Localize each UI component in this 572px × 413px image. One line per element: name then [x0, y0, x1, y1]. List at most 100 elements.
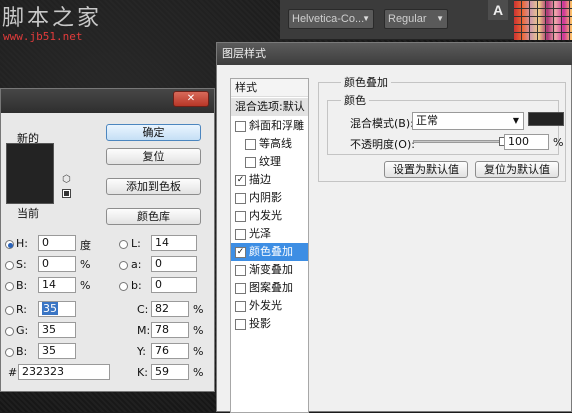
style-item[interactable]: 纹理 [231, 153, 308, 171]
style-item[interactable]: 渐变叠加 [231, 261, 308, 279]
magenta-value: 78 [155, 323, 169, 336]
style-item[interactable]: 内阴影 [231, 189, 308, 207]
lab-l-radio[interactable] [119, 240, 128, 249]
close-icon: ✕ [186, 93, 196, 104]
checkbox-checked-icon[interactable]: ✓ [235, 247, 246, 258]
hue-field[interactable]: 0 [38, 235, 76, 251]
font-family-select[interactable]: Helvetica-Co... ▼ [288, 9, 374, 29]
blend-mode-label: 混合模式(B): [350, 117, 414, 130]
green-field[interactable]: 35 [38, 322, 76, 338]
hue-unit: 度 [80, 239, 91, 252]
style-item[interactable]: 内发光 [231, 207, 308, 225]
lab-a-radio[interactable] [119, 261, 128, 270]
chevron-down-icon: ▼ [436, 14, 444, 23]
font-family-value: Helvetica-Co... [292, 13, 365, 25]
style-item-label: 斜面和浮雕 [249, 119, 304, 132]
lab-a-field[interactable]: 0 [151, 256, 197, 272]
style-item[interactable]: 投影 [231, 315, 308, 333]
ok-label: 确定 [142, 126, 165, 139]
cyan-label: C: [137, 303, 149, 316]
checkbox-icon[interactable] [245, 139, 256, 150]
saturation-radio[interactable] [5, 261, 14, 270]
overlay-color-swatch[interactable] [528, 112, 564, 126]
color-libraries-label: 颜色库 [137, 210, 170, 223]
style-item-label: 内发光 [249, 209, 282, 222]
red-label: R: [16, 303, 28, 316]
blue-field[interactable]: 35 [38, 343, 76, 359]
layer-style-dialog: 图层样式 样式 混合选项:默认 斜面和浮雕 等高线 纹理 ✓ 描边 内阴影 内发光 光泽 ✓ 颜色… [216, 42, 572, 413]
color-group-title: 颜色 [341, 92, 369, 108]
red-radio[interactable] [5, 306, 14, 315]
font-style-select[interactable]: Regular ▼ [384, 9, 448, 29]
style-item[interactable]: 图案叠加 [231, 279, 308, 297]
hue-label: H: [16, 237, 28, 250]
watermark-title: 脚本之家 [2, 6, 103, 31]
character-panel-button[interactable]: A [488, 0, 508, 20]
blend-mode-select[interactable]: 正常 ▼ [412, 112, 524, 130]
blue-radio[interactable] [5, 348, 14, 357]
hue-value: 0 [42, 236, 49, 249]
checkbox-icon[interactable] [235, 229, 246, 240]
checkbox-icon[interactable] [235, 301, 246, 312]
style-item-label: 颜色叠加 [249, 245, 293, 258]
hex-field[interactable]: 232323 [18, 364, 110, 380]
cyan-unit: % [193, 303, 204, 316]
style-item-label: 外发光 [249, 299, 282, 312]
checkbox-icon[interactable] [235, 319, 246, 330]
reset-default-button[interactable]: 复位为默认值 [475, 161, 559, 178]
brightness-label: B: [16, 279, 28, 292]
checkbox-icon[interactable] [235, 265, 246, 276]
black-field[interactable]: 59 [151, 364, 189, 380]
saturation-field[interactable]: 0 [38, 256, 76, 272]
brightness-radio[interactable] [5, 282, 14, 291]
style-list: 样式 混合选项:默认 斜面和浮雕 等高线 纹理 ✓ 描边 内阴影 内发光 光泽 ✓ 颜色叠加 渐变叠… [230, 78, 309, 413]
style-item[interactable]: 光泽 [231, 225, 308, 243]
color-libraries-button[interactable]: 颜色库 [106, 208, 201, 225]
lab-l-field[interactable]: 14 [151, 235, 197, 251]
checkbox-checked-icon[interactable]: ✓ [235, 175, 246, 186]
style-item[interactable]: 斜面和浮雕 [231, 117, 308, 135]
blend-mode-value: 正常 [416, 114, 438, 127]
blending-options-item[interactable]: 混合选项:默认 [231, 98, 308, 116]
style-item[interactable]: ✓ 颜色叠加 [231, 243, 308, 261]
swatches-panel[interactable] [514, 0, 572, 40]
style-item[interactable]: ✓ 描边 [231, 171, 308, 189]
lab-b-value: 0 [155, 278, 162, 291]
hue-radio[interactable] [5, 240, 14, 249]
current-color-label: 当前 [17, 207, 39, 220]
blue-value: 35 [42, 344, 56, 357]
current-color-swatch[interactable] [6, 174, 54, 204]
set-default-button[interactable]: 设置为默认值 [384, 161, 468, 178]
checkbox-icon[interactable] [245, 157, 256, 168]
checkbox-icon[interactable] [235, 121, 246, 132]
yellow-field[interactable]: 76 [151, 343, 189, 359]
web-color-icon[interactable] [62, 189, 71, 198]
close-button[interactable]: ✕ [173, 91, 209, 107]
opacity-field[interactable]: 100 [504, 134, 549, 150]
ok-button[interactable]: 确定 [106, 124, 201, 141]
red-field[interactable]: 35 [38, 301, 76, 317]
new-color-swatch [6, 143, 54, 174]
lab-b-radio[interactable] [119, 282, 128, 291]
style-item-label: 描边 [249, 173, 271, 186]
checkbox-icon[interactable] [235, 193, 246, 204]
character-panel-label: A [492, 2, 504, 18]
magenta-field[interactable]: 78 [151, 322, 189, 338]
hex-value: 232323 [22, 365, 64, 378]
opacity-slider-track[interactable] [413, 140, 503, 143]
chevron-down-icon: ▼ [512, 116, 519, 125]
style-item[interactable]: 外发光 [231, 297, 308, 315]
checkbox-icon[interactable] [235, 211, 246, 222]
reset-button[interactable]: 复位 [106, 148, 201, 165]
cyan-field[interactable]: 82 [151, 301, 189, 317]
black-value: 59 [155, 365, 169, 378]
style-item[interactable]: 等高线 [231, 135, 308, 153]
add-to-swatches-button[interactable]: 添加到色板 [106, 178, 201, 195]
lab-b-field[interactable]: 0 [151, 277, 197, 293]
red-value: 35 [42, 302, 58, 315]
cube-icon[interactable]: ⬡ [62, 175, 72, 185]
checkbox-icon[interactable] [235, 283, 246, 294]
brightness-field[interactable]: 14 [38, 277, 76, 293]
green-radio[interactable] [5, 327, 14, 336]
magenta-label: M: [137, 324, 151, 337]
